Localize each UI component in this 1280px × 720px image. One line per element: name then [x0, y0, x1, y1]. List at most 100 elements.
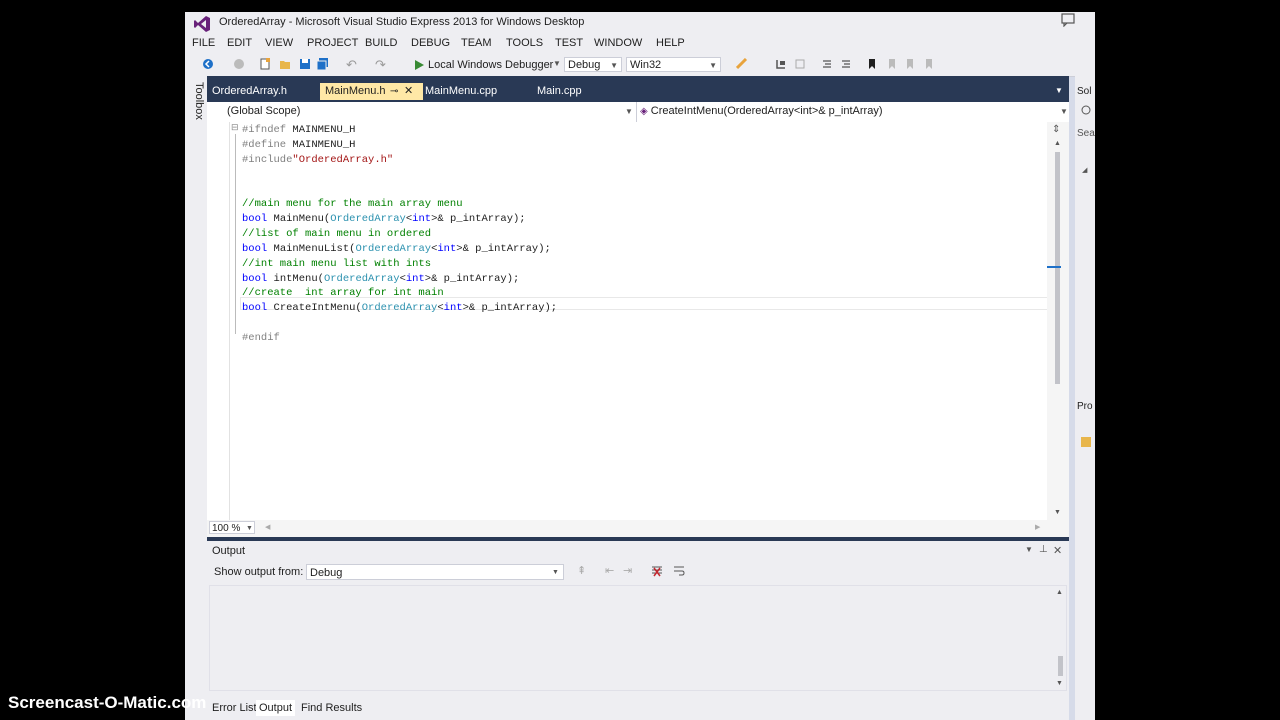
member-combo[interactable]: ◈ CreateIntMenu(OrderedArray<int>& p_int…	[640, 104, 1068, 119]
find-in-files-icon[interactable]	[736, 58, 748, 70]
prev-message-icon[interactable]: ⇤	[605, 564, 614, 577]
tab-mainmenu-cpp[interactable]: MainMenu.cpp	[420, 83, 502, 100]
new-project-icon[interactable]	[259, 58, 271, 70]
tab-output[interactable]: Output	[256, 700, 296, 716]
code-line[interactable]: //int main menu list with ints	[242, 257, 431, 271]
tab-orderedarray-h[interactable]: OrderedArray.h	[207, 83, 292, 100]
solution-explorer-title[interactable]: Sol	[1077, 86, 1095, 97]
scroll-thumb[interactable]	[1055, 152, 1060, 384]
menu-file[interactable]: FILE	[192, 37, 215, 49]
code-line[interactable]: bool CreateIntMenu(OrderedArray<int>& p_…	[242, 301, 557, 315]
menu-edit[interactable]: EDIT	[227, 37, 252, 49]
tab-mainmenu-h[interactable]: MainMenu.h ⊸ ✕	[320, 83, 423, 100]
start-debugging-icon[interactable]	[413, 59, 425, 71]
word-wrap-icon[interactable]	[673, 565, 685, 577]
code-editor[interactable]: ⊟ #ifndef MAINMENU_H #define MAINMENU_H #i…	[207, 122, 1050, 520]
tab-label: OrderedArray.h	[212, 85, 287, 97]
code-line[interactable]: bool MainMenuList(OrderedArray<int>& p_i…	[242, 242, 551, 256]
chevron-down-icon[interactable]: ▼	[553, 59, 561, 68]
step-over-icon[interactable]	[794, 58, 806, 70]
output-source-combo[interactable]: Debug ▼	[306, 564, 564, 580]
tab-main-cpp[interactable]: Main.cpp	[532, 83, 587, 100]
find-message-icon[interactable]: ⇞	[577, 564, 586, 577]
code-line[interactable]: bool intMenu(OrderedArray<int>& p_intArr…	[242, 272, 519, 286]
code-line[interactable]: //create int array for int main	[242, 286, 444, 300]
toolbox-strip[interactable]	[185, 76, 207, 720]
home-icon[interactable]	[1080, 104, 1092, 116]
menu-project[interactable]: PROJECT	[307, 37, 358, 49]
vertical-scrollbar[interactable]: ⇕ ▲ ▼	[1047, 122, 1069, 520]
method-icon: ◈	[640, 106, 648, 117]
save-all-icon[interactable]	[317, 58, 329, 70]
comment-lines-icon[interactable]	[821, 58, 833, 70]
pin-icon[interactable]: ⊥	[1039, 544, 1048, 555]
scroll-down-icon[interactable]: ▼	[1056, 680, 1063, 687]
watermark: Screencast-O-Matic.com	[8, 693, 207, 712]
solution-config-combo[interactable]: Debug ▼	[564, 57, 622, 72]
code-line[interactable]: #ifndef MAINMENU_H	[242, 123, 355, 137]
code-line[interactable]: //list of main menu in ordered	[242, 227, 431, 241]
code-line[interactable]: //main menu for the main array menu	[242, 197, 463, 211]
code-token: //list of main menu in ordered	[242, 227, 432, 240]
menu-team[interactable]: TEAM	[461, 37, 492, 49]
menu-build[interactable]: BUILD	[365, 37, 397, 49]
menu-view[interactable]: VIEW	[265, 37, 293, 49]
bookmark-icon[interactable]	[866, 58, 878, 70]
scroll-up-icon[interactable]: ▲	[1054, 140, 1061, 147]
prev-bookmark-icon[interactable]	[886, 58, 898, 70]
scroll-down-icon[interactable]: ▼	[1054, 509, 1061, 516]
menu-tools[interactable]: TOOLS	[506, 37, 543, 49]
output-scroll-thumb[interactable]	[1058, 656, 1063, 676]
code-token: >& p_intArray);	[424, 272, 520, 285]
next-bookmark-icon[interactable]	[904, 58, 916, 70]
code-line[interactable]: #define MAINMENU_H	[242, 138, 355, 152]
redo-icon[interactable]: ↷	[375, 57, 386, 73]
split-icon[interactable]: ⇕	[1052, 124, 1060, 135]
solution-search-label[interactable]: Sea	[1077, 128, 1095, 139]
close-icon[interactable]: ✕	[1053, 544, 1062, 557]
clear-bookmarks-icon[interactable]	[923, 58, 935, 70]
undo-icon[interactable]: ↶	[346, 57, 357, 73]
output-text-area[interactable]: ▲ ▼	[209, 585, 1067, 691]
expand-arrow-icon[interactable]: ◢	[1082, 166, 1087, 174]
tab-error-list[interactable]: Error List	[209, 700, 260, 716]
code-token: intMenu(	[273, 272, 324, 285]
scroll-up-icon[interactable]: ▲	[1056, 589, 1063, 596]
menu-window[interactable]: WINDOW	[594, 37, 642, 49]
menu-debug[interactable]: DEBUG	[411, 37, 450, 49]
scroll-left-icon[interactable]: ◀	[265, 523, 270, 531]
toolbox-tab[interactable]: Toolbox	[193, 82, 205, 120]
chevron-down-icon[interactable]: ▼	[1055, 86, 1063, 95]
menu-help[interactable]: HELP	[656, 37, 685, 49]
tab-find-results[interactable]: Find Results	[298, 700, 365, 716]
close-icon[interactable]: ✕	[404, 83, 413, 100]
properties-title[interactable]: Pro	[1077, 401, 1095, 412]
code-token: #include	[242, 153, 293, 166]
zoom-value: 100 %	[212, 523, 241, 534]
navigate-back-icon[interactable]	[202, 58, 214, 70]
uncomment-lines-icon[interactable]	[840, 58, 852, 70]
menu-test[interactable]: TEST	[555, 37, 583, 49]
properties-categorized-icon[interactable]	[1080, 436, 1092, 448]
chevron-down-icon[interactable]: ▼	[1025, 545, 1033, 554]
save-icon[interactable]	[299, 58, 311, 70]
open-file-icon[interactable]	[279, 58, 291, 70]
step-into-icon[interactable]	[775, 58, 787, 70]
scope-combo[interactable]: (Global Scope) ▼	[227, 104, 635, 119]
code-token: bool	[242, 272, 274, 285]
next-message-icon[interactable]: ⇥	[623, 564, 632, 577]
feedback-icon[interactable]	[1061, 13, 1075, 27]
code-line[interactable]: bool MainMenu(OrderedArray<int>& p_intAr…	[242, 212, 526, 226]
pin-icon[interactable]: ⊸	[390, 83, 398, 100]
scroll-right-icon[interactable]: ▶	[1035, 523, 1040, 531]
start-debugger-button[interactable]: Local Windows Debugger	[428, 59, 553, 71]
clear-all-icon[interactable]	[651, 565, 663, 577]
code-line[interactable]: #endif	[242, 331, 280, 345]
collapse-icon[interactable]: ⊟	[231, 122, 239, 133]
platform-combo[interactable]: Win32 ▼	[626, 57, 721, 72]
tab-label: MainMenu.cpp	[425, 85, 498, 97]
navigate-forward-icon[interactable]	[233, 58, 245, 70]
chevron-down-icon: ▼	[625, 107, 633, 116]
code-line[interactable]: #include"OrderedArray.h"	[242, 153, 393, 167]
zoom-combo[interactable]: 100 % ▼	[209, 521, 255, 534]
